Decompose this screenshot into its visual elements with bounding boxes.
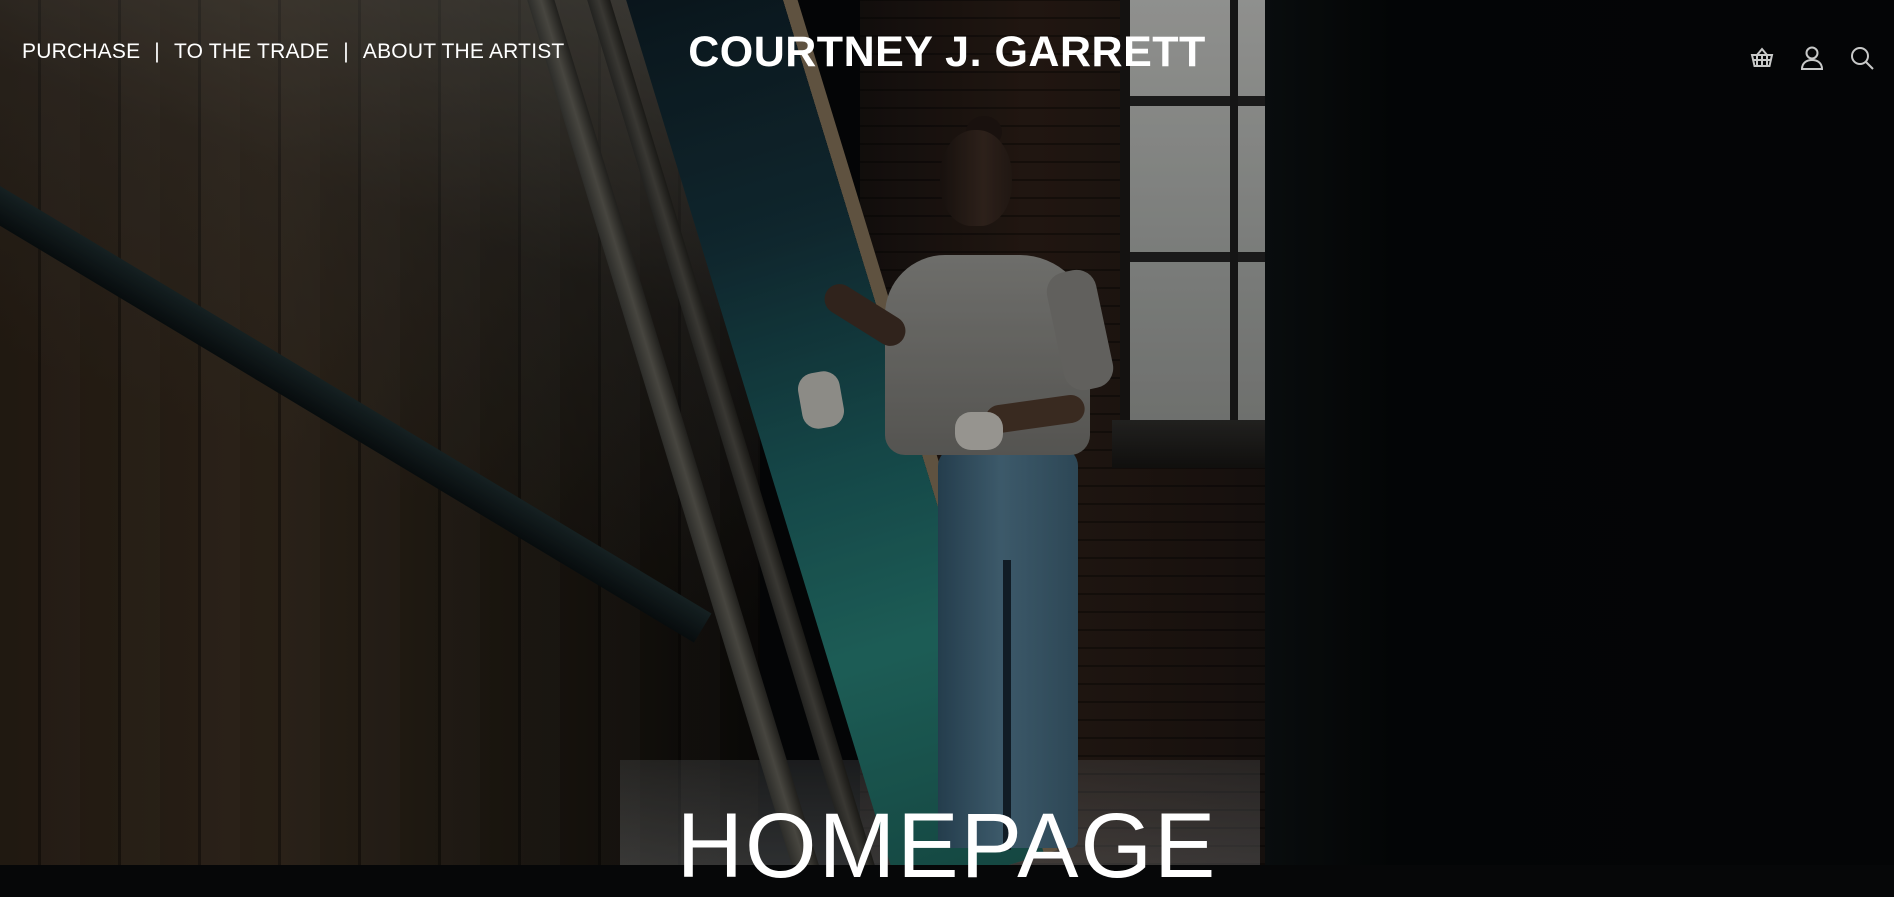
hero-overlay bbox=[0, 0, 1894, 865]
user-icon[interactable] bbox=[1798, 44, 1826, 72]
header-icons bbox=[1748, 44, 1876, 72]
site-logo[interactable]: COURTNEY J. GARRETT bbox=[0, 28, 1894, 77]
basket-icon[interactable] bbox=[1748, 44, 1776, 72]
hero-image bbox=[0, 0, 1894, 865]
search-icon[interactable] bbox=[1848, 44, 1876, 72]
page-title: HOMEPAGE bbox=[676, 794, 1218, 897]
